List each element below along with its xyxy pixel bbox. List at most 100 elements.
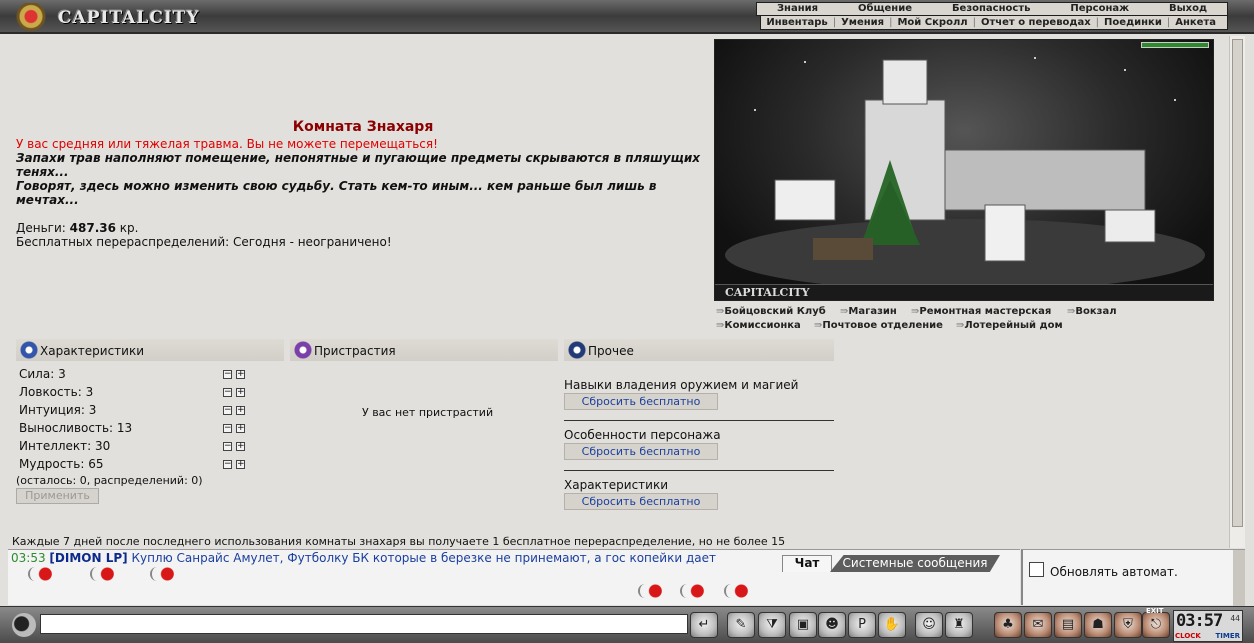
plus-icon[interactable]: + bbox=[236, 406, 245, 415]
apply-button[interactable]: Применить bbox=[16, 488, 99, 504]
minus-icon[interactable]: − bbox=[223, 460, 232, 469]
main-scrollbar[interactable] bbox=[1229, 36, 1245, 548]
character-features-label: Особенности персонажа bbox=[564, 428, 721, 442]
description-line: Запахи трав наполняют помещение, непонят… bbox=[16, 151, 701, 179]
attack-icon[interactable] bbox=[724, 584, 748, 598]
exit-icon[interactable]: ⎋ bbox=[1142, 612, 1170, 638]
page-title: Комната Знахаря bbox=[292, 119, 434, 135]
nav-skills[interactable]: Умения bbox=[836, 16, 889, 29]
bottom-toolbar: ↵ ✎ ⧩ ▣ ☻ P ✋ ☺ ♜ ♣ ✉ ▤ ☗ ⛨ ⎋ 03:57 44 C… bbox=[0, 606, 1254, 643]
city-map[interactable]: CAPITALCITY bbox=[714, 39, 1214, 301]
attack-icon[interactable] bbox=[28, 567, 52, 581]
plus-icon[interactable]: + bbox=[236, 460, 245, 469]
link-fight-club[interactable]: Бойцовский Клуб bbox=[716, 306, 825, 317]
reset-features-button[interactable]: Сбросить бесплатно bbox=[564, 443, 718, 460]
chest-icon[interactable]: ▤ bbox=[1054, 612, 1082, 638]
minus-icon[interactable]: − bbox=[223, 442, 232, 451]
top-bar: CAPITALCITY Знания Общение Безопасность … bbox=[0, 0, 1254, 34]
weapon-skills-label: Навыки владения оружием и магией bbox=[564, 378, 799, 392]
stats-panel-header: Характеристики bbox=[16, 339, 284, 361]
bag-icon[interactable]: ♣ bbox=[994, 612, 1022, 638]
hand-icon[interactable]: ✋ bbox=[878, 612, 906, 638]
stat-endurance: Выносливость: 13 bbox=[19, 421, 133, 435]
nav-character[interactable]: Персонаж bbox=[1050, 3, 1149, 15]
minus-icon[interactable]: − bbox=[223, 370, 232, 379]
attack-icon[interactable] bbox=[680, 584, 704, 598]
reset-weapon-skills-button[interactable]: Сбросить бесплатно bbox=[564, 393, 718, 410]
helmet-icon[interactable]: ♜ bbox=[945, 612, 973, 638]
attack-icon[interactable] bbox=[150, 567, 174, 581]
link-lottery[interactable]: Лотерейный дом bbox=[956, 320, 1062, 331]
capitalcity-emblem-icon bbox=[14, 3, 48, 33]
save-icon[interactable]: ▣ bbox=[789, 612, 817, 638]
nav-knowledge[interactable]: Знания bbox=[757, 3, 838, 15]
link-station[interactable]: Вокзал bbox=[1067, 306, 1116, 317]
minus-icon[interactable]: − bbox=[223, 424, 232, 433]
plus-icon[interactable]: + bbox=[236, 370, 245, 379]
money-row: Деньги: 487.36 кр. bbox=[16, 221, 138, 235]
free-reallocations: Бесплатных перераспределений: Сегодня - … bbox=[16, 235, 392, 249]
city-caption-bar: CAPITALCITY bbox=[715, 284, 1213, 300]
crossed-swords-icon bbox=[568, 341, 586, 359]
nav-transfer-report[interactable]: Отчет о переводах bbox=[976, 16, 1096, 29]
stat-agility: Ловкость: 3 bbox=[19, 385, 94, 399]
main-area: Комната Знахаря У вас средняя или тяжела… bbox=[8, 36, 1228, 548]
city-label: CAPITALCITY bbox=[725, 286, 810, 299]
tab-system-messages[interactable]: Системные сообщения bbox=[830, 555, 1000, 572]
online-list-scrollbar[interactable] bbox=[1233, 550, 1245, 606]
exit-label: EXIT bbox=[1146, 607, 1164, 615]
online-list-panel: Обновлять автомат. bbox=[1021, 549, 1245, 606]
plus-icon[interactable]: + bbox=[236, 424, 245, 433]
timer-label: TIMER bbox=[1215, 632, 1240, 640]
divider bbox=[564, 420, 834, 421]
chat-nick[interactable]: [DIMON LP] bbox=[49, 551, 127, 565]
nav-fights[interactable]: Поединки bbox=[1099, 16, 1167, 29]
chat-input[interactable] bbox=[40, 614, 688, 634]
sub-nav: Инвентарь | Умения | Мой Скролл | Отчет о п… bbox=[760, 16, 1228, 30]
link-repair-shop[interactable]: Ремонтная мастерская bbox=[911, 306, 1051, 317]
link-post-office[interactable]: Почтовое отделение bbox=[814, 320, 943, 331]
minus-icon[interactable]: − bbox=[223, 388, 232, 397]
nav-my-scroll[interactable]: Мой Скролл bbox=[892, 16, 972, 29]
attack-icon[interactable] bbox=[638, 584, 662, 598]
person-icon[interactable]: ☻ bbox=[818, 612, 846, 638]
scrollbar-thumb[interactable] bbox=[1232, 39, 1243, 527]
footer-note: Каждые 7 дней после последнего использов… bbox=[12, 535, 786, 548]
nav-profile[interactable]: Анкета bbox=[1170, 16, 1221, 29]
minimap-indicator bbox=[1141, 42, 1209, 48]
logo-text: CAPITALCITY bbox=[58, 8, 200, 28]
link-shop[interactable]: Магазин bbox=[840, 306, 896, 317]
nav-communication[interactable]: Общение bbox=[838, 3, 932, 15]
nav-inventory[interactable]: Инвентарь bbox=[761, 16, 832, 29]
clock-label: CLOCK bbox=[1175, 632, 1201, 640]
speaker-icon[interactable] bbox=[12, 613, 36, 637]
addictions-panel-header: Пристрастия bbox=[290, 339, 558, 361]
plus-icon[interactable]: + bbox=[236, 442, 245, 451]
shield-icon[interactable]: ⛨ bbox=[1114, 612, 1142, 638]
reset-characteristics-button[interactable]: Сбросить бесплатно bbox=[564, 493, 718, 510]
divider bbox=[564, 470, 834, 471]
smiley-icon[interactable]: ☺ bbox=[915, 612, 943, 638]
characteristics-label: Характеристики bbox=[564, 478, 669, 492]
stat-intuition: Интуиция: 3 bbox=[19, 403, 97, 417]
filter-icon[interactable]: ⧩ bbox=[758, 612, 786, 638]
send-icon[interactable]: ↵ bbox=[690, 612, 718, 638]
chat-tabs: Чат Системные сообщения bbox=[782, 555, 1000, 572]
clock-seconds: 44 bbox=[1230, 614, 1240, 623]
stat-intellect: Интеллект: 30 bbox=[19, 439, 111, 453]
scroll-icon[interactable]: ✉ bbox=[1024, 612, 1052, 638]
autoupdate-checkbox[interactable] bbox=[1029, 562, 1044, 577]
armor-icon[interactable]: ☗ bbox=[1084, 612, 1112, 638]
link-consignment[interactable]: Комиссионка bbox=[716, 320, 800, 331]
plus-icon[interactable]: + bbox=[236, 388, 245, 397]
nav-exit[interactable]: Выход bbox=[1149, 3, 1227, 15]
nav-security[interactable]: Безопасность bbox=[932, 3, 1050, 15]
no-addictions-text: У вас нет пристрастий bbox=[362, 406, 494, 419]
minus-icon[interactable]: − bbox=[223, 406, 232, 415]
eraser-icon[interactable]: ✎ bbox=[727, 612, 755, 638]
other-panel-header: Прочее bbox=[564, 339, 834, 361]
attack-icon[interactable] bbox=[90, 567, 114, 581]
private-icon[interactable]: P bbox=[848, 612, 876, 638]
tab-chat[interactable]: Чат bbox=[782, 555, 832, 572]
description-line: Говорят, здесь можно изменить свою судьб… bbox=[16, 179, 657, 207]
